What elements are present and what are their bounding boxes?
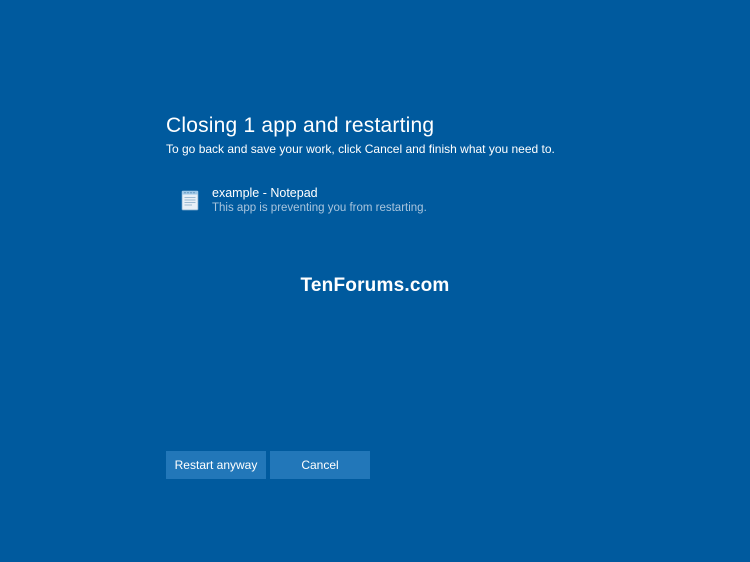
watermark-text: TenForums.com [301,275,450,297]
dialog-heading: Closing 1 app and restarting [166,114,666,138]
cancel-button[interactable]: Cancel [270,451,370,479]
dialog-subheading: To go back and save your work, click Can… [166,142,666,156]
notepad-icon [178,188,202,212]
button-row: Restart anyway Cancel [166,451,370,479]
blocking-app-row: example - Notepad This app is preventing… [178,186,666,214]
blocking-app-text: example - Notepad This app is preventing… [212,186,427,214]
blocking-app-status: This app is preventing you from restarti… [212,202,427,214]
blocking-app-name: example - Notepad [212,186,427,200]
dialog-content: Closing 1 app and restarting To go back … [166,114,666,214]
restart-anyway-button[interactable]: Restart anyway [166,451,266,479]
